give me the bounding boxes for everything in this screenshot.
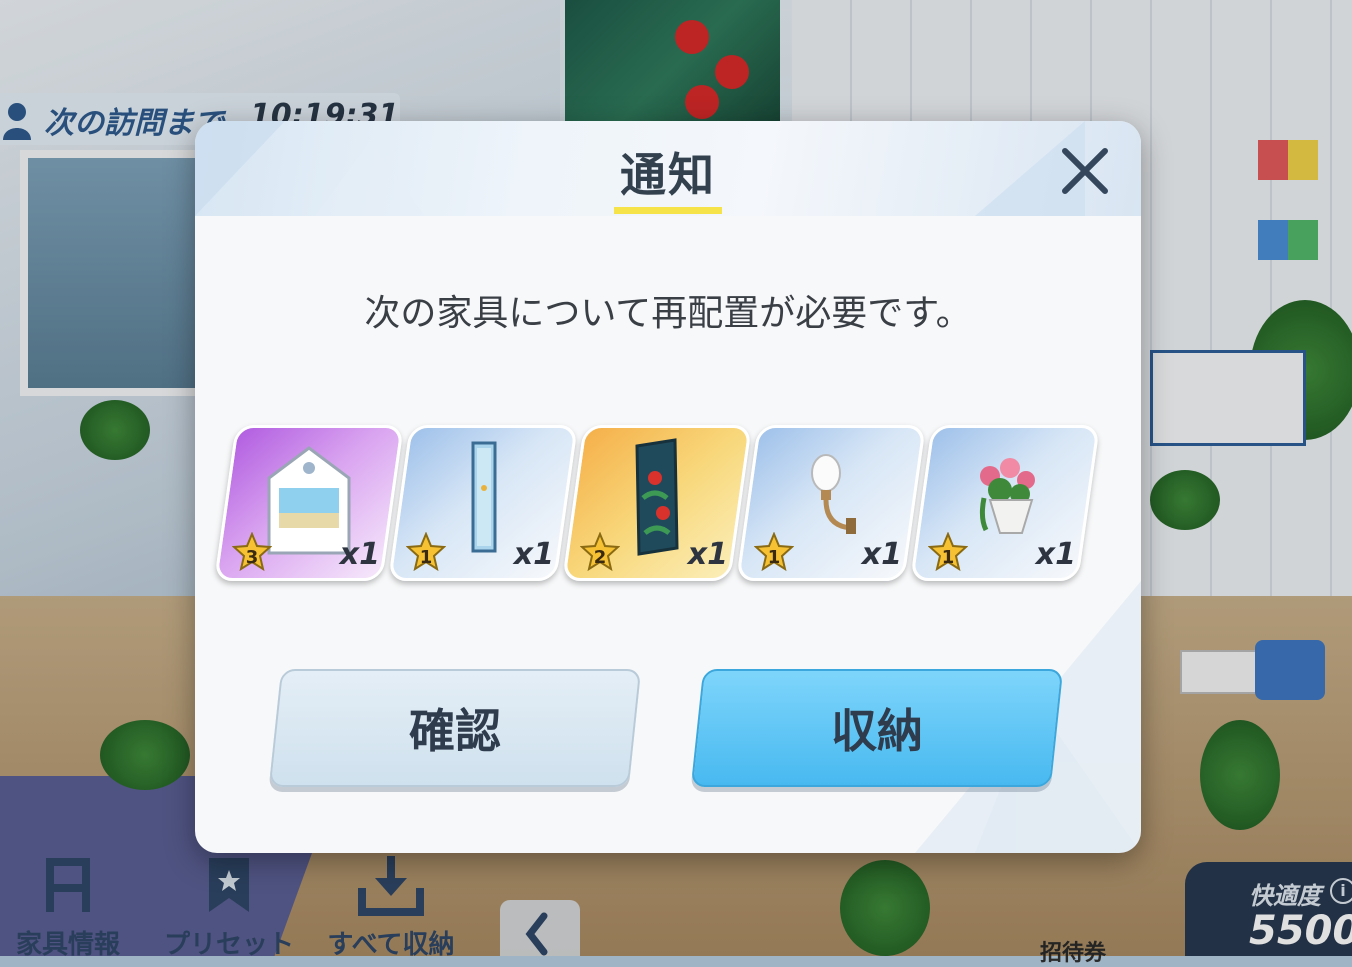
tapestry-icon <box>635 438 679 556</box>
dialog-title: 通知 <box>620 148 716 202</box>
rarity-level: 1 <box>419 547 433 568</box>
rarity-level: 2 <box>593 547 607 568</box>
item-quantity: x1 <box>687 537 728 572</box>
furniture-item-list: 3 x1 1 x1 2 x1 1 x1 1 x1 <box>214 425 1105 581</box>
rarity-level: 3 <box>245 547 259 568</box>
store-button[interactable]: 収納 <box>690 669 1064 787</box>
confirm-label: 確認 <box>409 704 501 758</box>
rarity-level: 1 <box>941 547 955 568</box>
confirm-button[interactable]: 確認 <box>268 669 642 787</box>
item-quantity: x1 <box>861 537 902 572</box>
notification-dialog: 通知 次の家具について再配置が必要です。 3 x1 1 x1 2 x1 1 x1… <box>195 121 1141 853</box>
title-underline <box>614 207 722 214</box>
item-quantity: x1 <box>513 537 554 572</box>
panel-icon <box>471 441 497 553</box>
lamp-icon <box>811 454 856 534</box>
dialog-message: 次の家具について再配置が必要です。 <box>364 293 972 334</box>
furniture-item[interactable]: 1 x1 <box>910 425 1100 581</box>
furniture-item[interactable]: 1 x1 <box>736 425 926 581</box>
rarity-level: 1 <box>767 547 781 568</box>
store-label: 収納 <box>831 704 923 758</box>
item-quantity: x1 <box>339 537 380 572</box>
furniture-item[interactable]: 2 x1 <box>562 425 752 581</box>
furniture-item[interactable]: 3 x1 <box>214 425 404 581</box>
furniture-item[interactable]: 1 x1 <box>388 425 578 581</box>
close-icon[interactable] <box>1057 143 1113 199</box>
item-quantity: x1 <box>1035 537 1076 572</box>
